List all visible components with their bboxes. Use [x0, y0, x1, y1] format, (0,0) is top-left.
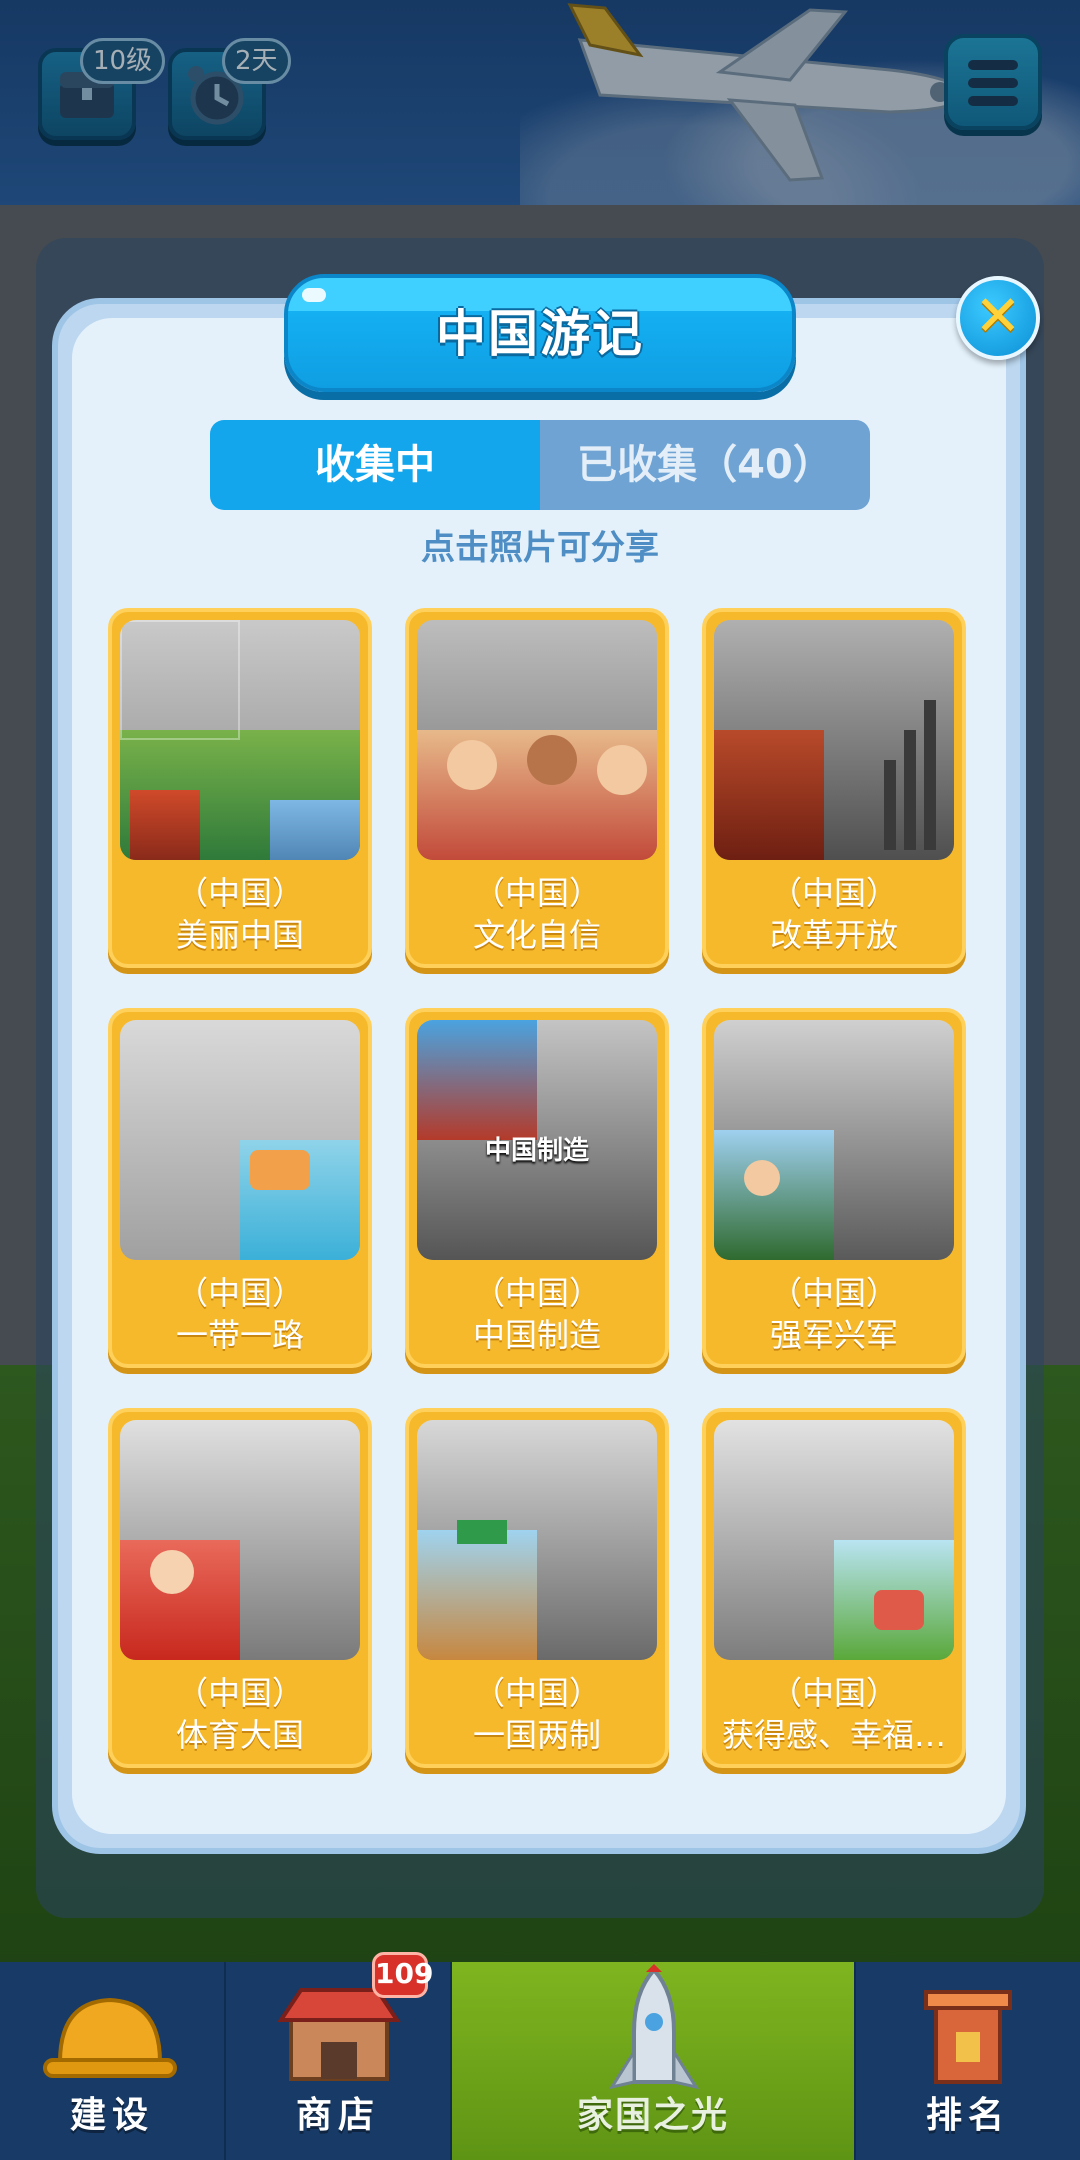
- photo-colored-piece: [130, 790, 200, 860]
- nav-ranking[interactable]: 排名: [856, 1962, 1080, 2160]
- photo-thumbnail: [120, 620, 360, 860]
- photo-card-sense-of-gain[interactable]: （中国） 获得感、幸福…: [702, 1408, 966, 1768]
- nav-label: 排名: [925, 2095, 1010, 2136]
- collection-tabs: 收集中 已收集（40）: [210, 420, 870, 510]
- card-title: 美丽中国: [175, 916, 304, 954]
- photo-thumbnail: [714, 1420, 954, 1660]
- close-button[interactable]: ✕: [956, 276, 1040, 360]
- photo-card-one-country-two-systems[interactable]: （中国） 一国两制: [405, 1408, 669, 1768]
- photo-colored-piece: [744, 1160, 780, 1196]
- card-region: （中国）: [769, 1274, 898, 1312]
- modal-title-banner: 中国游记: [284, 274, 796, 392]
- modal-title: 中国游记: [436, 305, 644, 363]
- photo-caption: 中国制造: [484, 1136, 589, 1166]
- ranking-tower-icon: [924, 1990, 1012, 2084]
- card-region: （中国）: [472, 1274, 601, 1312]
- photo-card-made-in-china[interactable]: 中国制造 （中国） 中国制造: [405, 1008, 669, 1368]
- photo-colored-piece: [150, 1550, 194, 1594]
- photo-thumbnail: [714, 620, 954, 860]
- photo-thumbnail: [417, 620, 657, 860]
- photo-colored-piece: [457, 1520, 507, 1544]
- card-title: 获得感、幸福…: [721, 1716, 946, 1754]
- photo-card-reform-opening[interactable]: （中国） 改革开放: [702, 608, 966, 968]
- puzzle-outline: [120, 620, 240, 740]
- nav-label: 家国之光: [576, 2095, 729, 2136]
- nav-label: 商店: [295, 2095, 380, 2136]
- card-region: （中国）: [769, 1674, 898, 1712]
- photo-colored-piece: [714, 730, 824, 860]
- nav-build[interactable]: 建设: [0, 1962, 226, 2160]
- close-icon: ✕: [974, 284, 1022, 349]
- card-title: 一带一路: [175, 1316, 304, 1354]
- tab-collecting[interactable]: 收集中: [210, 420, 540, 510]
- photo-thumbnail: 中国制造: [417, 1020, 657, 1260]
- card-region: （中国）: [175, 1674, 304, 1712]
- tab-collected[interactable]: 已收集（40）: [540, 420, 870, 510]
- photo-colored-piece: [714, 1130, 834, 1260]
- card-title: 中国制造: [472, 1316, 601, 1354]
- shop-count-badge: 109: [372, 1952, 433, 1998]
- card-region: （中国）: [175, 1274, 304, 1312]
- photo-colored-piece: [417, 1530, 537, 1660]
- card-region: （中国）: [472, 874, 601, 912]
- card-title: 文化自信: [472, 916, 601, 954]
- photo-colored-piece: [597, 745, 647, 795]
- hard-hat-icon: [43, 1997, 177, 2078]
- photo-card-belt-and-road[interactable]: （中国） 一带一路: [108, 1008, 372, 1368]
- share-hint: 点击照片可分享: [421, 528, 659, 568]
- photo-thumbnail: [714, 1020, 954, 1260]
- card-region: （中国）: [175, 874, 304, 912]
- card-title: 改革开放: [769, 916, 898, 954]
- card-title: 体育大国: [175, 1716, 304, 1754]
- photo-card-strong-army[interactable]: （中国） 强军兴军: [702, 1008, 966, 1368]
- card-title: 强军兴军: [769, 1316, 898, 1354]
- photo-card-sports-power[interactable]: （中国） 体育大国: [108, 1408, 372, 1768]
- bottom-nav: 建设 商店 家国之光 排名: [0, 1962, 1080, 2160]
- photo-thumbnail: [417, 1420, 657, 1660]
- photo-card-cultural-confidence[interactable]: （中国） 文化自信: [405, 608, 669, 968]
- photo-colored-piece: [527, 735, 577, 785]
- photo-colored-piece: [874, 1590, 924, 1630]
- photo-colored-piece: [270, 800, 360, 860]
- photo-colored-piece: [904, 730, 916, 850]
- nav-home-light[interactable]: 家国之光: [452, 1962, 856, 2160]
- card-region: （中国）: [769, 874, 898, 912]
- nav-label: 建设: [69, 2095, 154, 2136]
- photo-colored-piece: [884, 760, 896, 850]
- photo-colored-piece: [447, 740, 497, 790]
- photo-thumbnail: [120, 1020, 360, 1260]
- photo-card-beautiful-china[interactable]: （中国） 美丽中国: [108, 608, 372, 968]
- photo-thumbnail: [120, 1420, 360, 1660]
- photo-colored-piece: [250, 1150, 310, 1190]
- card-region: （中国）: [472, 1674, 601, 1712]
- photo-colored-piece: [924, 700, 936, 850]
- photo-colored-piece: [417, 1020, 537, 1140]
- card-title: 一国两制: [472, 1716, 601, 1754]
